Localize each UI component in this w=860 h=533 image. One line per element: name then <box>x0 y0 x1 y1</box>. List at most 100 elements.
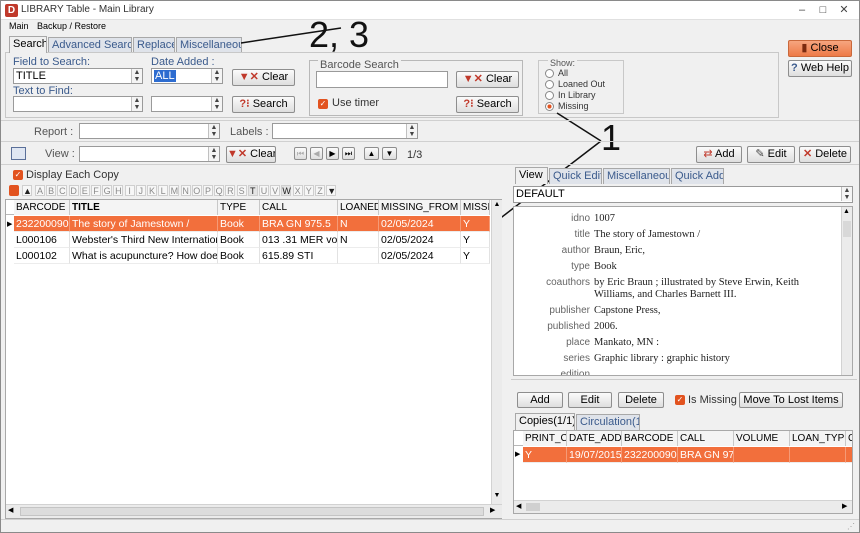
letter-filter-s[interactable]: S <box>236 185 247 196</box>
letter-filter-v[interactable]: V <box>270 185 281 196</box>
letter-filter-d[interactable]: D <box>68 185 79 196</box>
letter-filter-f[interactable]: F <box>91 185 101 196</box>
labels-select[interactable]: ▲ ▼ <box>272 123 418 139</box>
hscroll-thumb[interactable] <box>20 507 484 516</box>
filter-check-icon[interactable] <box>9 185 19 196</box>
copy-add-button[interactable]: Add <box>517 392 563 408</box>
table-cell: Y <box>461 216 490 232</box>
letter-filter-c[interactable]: C <box>57 185 68 196</box>
spin-icon: ▲ ▼ <box>406 124 417 138</box>
copy-delete-button[interactable]: Delete <box>618 392 664 408</box>
vscroll-thumb[interactable] <box>843 221 851 237</box>
letter-filter-y[interactable]: Y <box>303 185 314 196</box>
col-missing-from[interactable]: MISSING_FROM <box>379 200 461 215</box>
col-copy-barcode[interactable]: BARCODE <box>622 431 678 446</box>
col-print-c[interactable]: PRINT_C <box>523 431 567 446</box>
table-row[interactable]: L000102 What is acupuncture? How does Book… <box>6 248 490 264</box>
row-pointer-icon: ▶ <box>7 221 13 228</box>
prev-record-icon[interactable]: ◀ <box>310 147 323 160</box>
record-field-label: coauthors <box>546 277 590 288</box>
col-date-added[interactable]: DATE_ADDI <box>567 431 622 446</box>
results-hscrollbar[interactable]: ◀ ▶ <box>6 504 502 518</box>
delete-button[interactable]: ✕ Delete <box>799 146 851 163</box>
tab-circulation[interactable]: Circulation(1) <box>576 414 640 430</box>
letter-filter-i[interactable]: I <box>124 185 135 196</box>
is-missing-checkbox[interactable]: ✓ <box>675 395 685 405</box>
col-type[interactable]: TYPE <box>218 200 260 215</box>
letter-filter-r[interactable]: R <box>225 185 236 196</box>
tab-search[interactable]: Search <box>9 36 47 53</box>
scroll-left-icon[interactable]: ◀ <box>8 506 13 514</box>
alphabet-more-icon[interactable]: ▼ <box>326 185 337 196</box>
letter-filter-m[interactable]: M <box>169 185 180 196</box>
copy-edit-button[interactable]: Edit <box>568 392 612 408</box>
col-c[interactable]: C <box>846 431 852 446</box>
view-layout-select[interactable]: DEFAULT ▲ ▼ <box>513 186 853 203</box>
display-each-copy-checkbox[interactable]: ✓ <box>13 170 23 180</box>
col-volume[interactable]: VOLUME <box>734 431 790 446</box>
copies-hscrollbar[interactable]: ◀ ▶ <box>514 500 852 513</box>
sort-icon[interactable]: ▲ <box>22 185 32 196</box>
letter-filter-a[interactable]: A <box>35 185 45 196</box>
record-vscrollbar[interactable]: ▲ <box>841 207 852 375</box>
scroll-up-icon[interactable]: ▲ <box>843 208 850 215</box>
splitter[interactable] <box>511 379 857 387</box>
tab-misc-right[interactable]: Miscellaneous <box>603 168 670 184</box>
tab-quick-edit[interactable]: Quick Edit <box>549 168 602 184</box>
letter-filter-j[interactable]: J <box>135 185 146 196</box>
resize-grip-icon[interactable]: ⋰ <box>847 522 855 531</box>
col-missing[interactable]: MISSI <box>461 200 490 215</box>
table-row[interactable]: L000106 Webster's Third New Internation Bo… <box>6 232 490 248</box>
letter-filter-h[interactable]: H <box>113 185 124 196</box>
row-pointer-icon: ▶ <box>515 451 521 458</box>
scroll-right-icon[interactable]: ▶ <box>842 502 847 510</box>
table-cell <box>338 248 379 264</box>
report-select[interactable]: ▲ ▼ <box>79 123 220 139</box>
next-record-icon[interactable]: ▶ <box>326 147 339 160</box>
letter-filter-t[interactable]: T <box>247 185 258 196</box>
edit-button[interactable]: ✎ Edit <box>747 146 795 163</box>
move-to-lost-button[interactable]: Move To Lost Items <box>739 392 843 408</box>
scroll-right-icon[interactable]: ▶ <box>490 506 495 514</box>
scroll-left-icon[interactable]: ◀ <box>516 502 521 510</box>
record-field-label: author <box>561 245 590 256</box>
letter-filter-l[interactable]: L <box>158 185 169 196</box>
table-row[interactable]: ▶ 232200090 The story of Jamestown / Book BR… <box>6 216 490 232</box>
add-button[interactable]: ⇄ Add <box>696 146 742 163</box>
copy-row[interactable]: ▶ Y 19/07/2015 2322000901 BRA GN 975 <box>514 447 852 463</box>
table-cell: Y <box>461 248 490 264</box>
letter-filter-e[interactable]: E <box>79 185 90 196</box>
tab-copies[interactable]: Copies(1/1) <box>515 413 575 430</box>
scroll-up-icon[interactable]: ▲ <box>493 201 501 211</box>
tab-view[interactable]: View <box>515 167 548 184</box>
letter-filter-n[interactable]: N <box>180 185 191 196</box>
letter-filter-k[interactable]: K <box>147 185 157 196</box>
col-call[interactable]: CALL <box>260 200 338 215</box>
grid-view-icon[interactable] <box>11 147 26 160</box>
letter-filter-p[interactable]: P <box>203 185 213 196</box>
letter-filter-o[interactable]: O <box>191 185 202 196</box>
col-barcode[interactable]: BARCODE <box>14 200 70 215</box>
table-cell: N <box>338 216 379 232</box>
letter-filter-g[interactable]: G <box>102 185 113 196</box>
hscroll-thumb[interactable] <box>526 503 540 511</box>
col-loan-type[interactable]: LOAN_TYPE <box>790 431 846 446</box>
first-record-icon[interactable]: ⏮ <box>294 147 307 160</box>
col-title[interactable]: TITLE <box>70 200 218 215</box>
view-clear-button[interactable]: ▼✕ Clear <box>226 146 276 163</box>
letter-filter-b[interactable]: B <box>46 185 57 196</box>
move-down-icon[interactable]: ▼ <box>382 147 397 160</box>
letter-filter-w[interactable]: W <box>281 185 292 196</box>
letter-filter-q[interactable]: Q <box>214 185 225 196</box>
col-copy-call[interactable]: CALL <box>678 431 734 446</box>
view-select[interactable]: ▲ ▼ <box>79 146 220 162</box>
last-record-icon[interactable]: ⏭ <box>342 147 355 160</box>
move-up-icon[interactable]: ▲ <box>364 147 379 160</box>
letter-filter-z[interactable]: Z <box>315 185 325 196</box>
letter-filter-x[interactable]: X <box>292 185 303 196</box>
scroll-down-icon[interactable]: ▼ <box>493 492 501 502</box>
col-loaned[interactable]: LOANED <box>338 200 379 215</box>
letter-filter-u[interactable]: U <box>259 185 269 196</box>
tab-quick-add[interactable]: Quick Add <box>671 168 724 184</box>
results-vscrollbar[interactable]: ▲ ▼ <box>491 200 502 504</box>
